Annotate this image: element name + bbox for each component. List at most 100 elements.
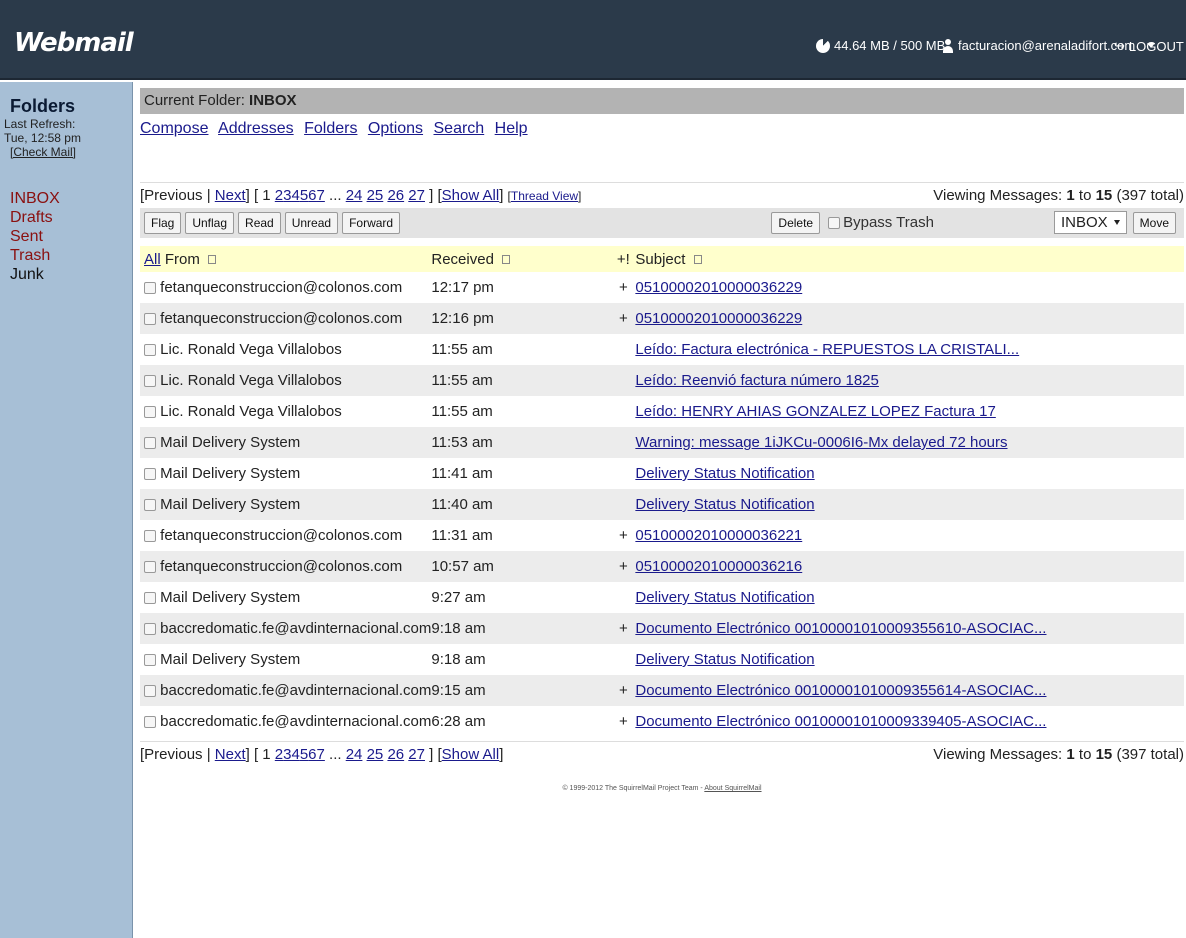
- about-squirrelmail-link[interactable]: About SquirrelMail: [704, 785, 761, 792]
- table-row[interactable]: fetanqueconstruccion@colonos.com 12:17 pm…: [140, 272, 1184, 303]
- sort-icon[interactable]: [208, 255, 217, 265]
- message-checkbox[interactable]: [144, 530, 156, 543]
- thread-view-link[interactable]: Thread View: [511, 189, 578, 203]
- page-link[interactable]: 4: [291, 746, 299, 763]
- table-row[interactable]: baccredomatic.fe@avdinternacional.com 9:1…: [140, 613, 1184, 644]
- page-link[interactable]: 6: [308, 187, 316, 204]
- message-from-cell: Lic. Ronald Vega Villalobos: [140, 334, 432, 365]
- message-subject-link[interactable]: Leído: HENRY AHIAS GONZALEZ LOPEZ Factur…: [635, 403, 995, 420]
- page-link[interactable]: 7: [317, 746, 325, 763]
- message-checkbox[interactable]: [144, 685, 156, 698]
- pager-next[interactable]: Next: [215, 187, 246, 204]
- message-checkbox[interactable]: [144, 623, 156, 636]
- message-checkbox[interactable]: [144, 375, 156, 388]
- menu-addresses[interactable]: Addresses: [218, 120, 294, 137]
- logout-button[interactable]: ↪ LOGOUT: [1114, 38, 1184, 54]
- page-link[interactable]: 24: [346, 746, 363, 763]
- show-all-link[interactable]: Show All: [442, 746, 500, 763]
- page-link[interactable]: 25: [367, 746, 384, 763]
- message-checkbox[interactable]: [144, 282, 156, 295]
- table-row[interactable]: Mail Delivery System 11:53 am Warning: mes…: [140, 427, 1184, 458]
- message-subject-link[interactable]: Delivery Status Notification: [635, 465, 814, 482]
- message-checkbox[interactable]: [144, 654, 156, 667]
- flag-button[interactable]: Flag: [144, 212, 182, 234]
- folder-inbox[interactable]: INBOX: [4, 189, 132, 208]
- table-row[interactable]: Mail Delivery System 11:41 am Delivery Sta…: [140, 458, 1184, 489]
- page-link[interactable]: 2: [275, 746, 283, 763]
- sort-icon[interactable]: [502, 255, 511, 265]
- message-subject-link[interactable]: Delivery Status Notification: [635, 589, 814, 606]
- message-checkbox[interactable]: [144, 406, 156, 419]
- message-subject-link[interactable]: Warning: message 1iJKCu-0006I6-Mx delaye…: [635, 434, 1007, 451]
- message-subject-link[interactable]: 05100002010000036229: [635, 310, 802, 327]
- message-subject-link[interactable]: Documento Electrónico 001000010100093394…: [635, 713, 1046, 730]
- bypass-trash-checkbox[interactable]: [828, 216, 841, 229]
- folder-drafts[interactable]: Drafts: [4, 208, 132, 227]
- folder-trash[interactable]: Trash: [4, 246, 132, 265]
- page-link[interactable]: 24: [346, 187, 363, 204]
- table-row[interactable]: fetanqueconstruccion@colonos.com 12:16 pm…: [140, 303, 1184, 334]
- message-subject-link[interactable]: Leído: Factura electrónica - REPUESTOS L…: [635, 341, 1019, 358]
- folder-sent[interactable]: Sent: [4, 227, 132, 246]
- table-row[interactable]: baccredomatic.fe@avdinternacional.com 6:2…: [140, 706, 1184, 737]
- message-subject-link[interactable]: 05100002010000036221: [635, 527, 802, 544]
- page-link[interactable]: 2: [275, 187, 283, 204]
- check-mail-link[interactable]: [Check Mail]: [4, 145, 132, 159]
- message-subject-link[interactable]: Leído: Reenvió factura número 1825: [635, 372, 879, 389]
- unflag-button[interactable]: Unflag: [185, 212, 235, 234]
- message-checkbox[interactable]: [144, 437, 156, 450]
- folder-junk[interactable]: Junk: [4, 265, 132, 284]
- message-subject-link[interactable]: Documento Electrónico 001000010100093556…: [635, 682, 1046, 699]
- message-subject-link[interactable]: Delivery Status Notification: [635, 496, 814, 513]
- menu-options[interactable]: Options: [368, 120, 423, 137]
- menu-compose[interactable]: Compose: [140, 120, 208, 137]
- move-folder-select[interactable]: INBOX: [1053, 211, 1127, 234]
- webmail-logo[interactable]: Webmail: [14, 28, 134, 58]
- delete-button[interactable]: Delete: [771, 211, 821, 234]
- select-all-link[interactable]: All: [144, 251, 161, 268]
- page-link[interactable]: 27: [408, 746, 425, 763]
- unread-button[interactable]: Unread: [284, 212, 339, 234]
- table-row[interactable]: baccredomatic.fe@avdinternacional.com 9:1…: [140, 675, 1184, 706]
- table-row[interactable]: Lic. Ronald Vega Villalobos 11:55 am Leído…: [140, 365, 1184, 396]
- table-row[interactable]: Mail Delivery System 9:27 am Delivery Stat…: [140, 582, 1184, 613]
- read-button[interactable]: Read: [238, 212, 281, 234]
- page-link[interactable]: 7: [317, 187, 325, 204]
- message-checkbox[interactable]: [144, 716, 156, 729]
- message-checkbox[interactable]: [144, 313, 156, 326]
- page-link[interactable]: 4: [291, 187, 299, 204]
- message-checkbox[interactable]: [144, 468, 156, 481]
- page-link[interactable]: 5: [300, 187, 308, 204]
- message-subject-link[interactable]: Delivery Status Notification: [635, 651, 814, 668]
- message-checkbox[interactable]: [144, 344, 156, 357]
- message-subject-link[interactable]: 05100002010000036216: [635, 558, 802, 575]
- viewing-to-word: to: [1078, 187, 1092, 204]
- message-subject-link[interactable]: 05100002010000036229: [635, 279, 802, 296]
- message-subject-link[interactable]: Documento Electrónico 001000010100093556…: [635, 620, 1046, 637]
- message-checkbox[interactable]: [144, 499, 156, 512]
- table-row[interactable]: Lic. Ronald Vega Villalobos 11:55 am Leído…: [140, 396, 1184, 427]
- page-link[interactable]: 5: [300, 746, 308, 763]
- table-row[interactable]: Mail Delivery System 11:40 am Delivery Sta…: [140, 489, 1184, 520]
- pager-next[interactable]: Next: [215, 746, 246, 763]
- show-all-link[interactable]: Show All: [442, 187, 500, 204]
- message-checkbox[interactable]: [144, 592, 156, 605]
- page-link[interactable]: 6: [308, 746, 316, 763]
- page-link[interactable]: 25: [367, 187, 384, 204]
- page-link[interactable]: 26: [387, 746, 404, 763]
- table-row[interactable]: fetanqueconstruccion@colonos.com 11:31 am…: [140, 520, 1184, 551]
- page-link[interactable]: 26: [387, 187, 404, 204]
- move-button[interactable]: Move: [1132, 211, 1176, 234]
- forward-button[interactable]: Forward: [342, 212, 401, 234]
- message-checkbox[interactable]: [144, 561, 156, 574]
- message-from: Lic. Ronald Vega Villalobos: [160, 403, 342, 420]
- table-row[interactable]: Lic. Ronald Vega Villalobos 11:55 am Leído…: [140, 334, 1184, 365]
- table-row[interactable]: fetanqueconstruccion@colonos.com 10:57 am…: [140, 551, 1184, 582]
- menu-help[interactable]: Help: [495, 120, 528, 137]
- page-link[interactable]: 27: [408, 187, 425, 204]
- menu-search[interactable]: Search: [434, 120, 485, 137]
- menu-folders[interactable]: Folders: [304, 120, 357, 137]
- table-row[interactable]: Mail Delivery System 9:18 am Delivery Stat…: [140, 644, 1184, 675]
- sort-icon[interactable]: [693, 255, 702, 265]
- bypass-trash-toggle[interactable]: Bypass Trash: [828, 214, 934, 231]
